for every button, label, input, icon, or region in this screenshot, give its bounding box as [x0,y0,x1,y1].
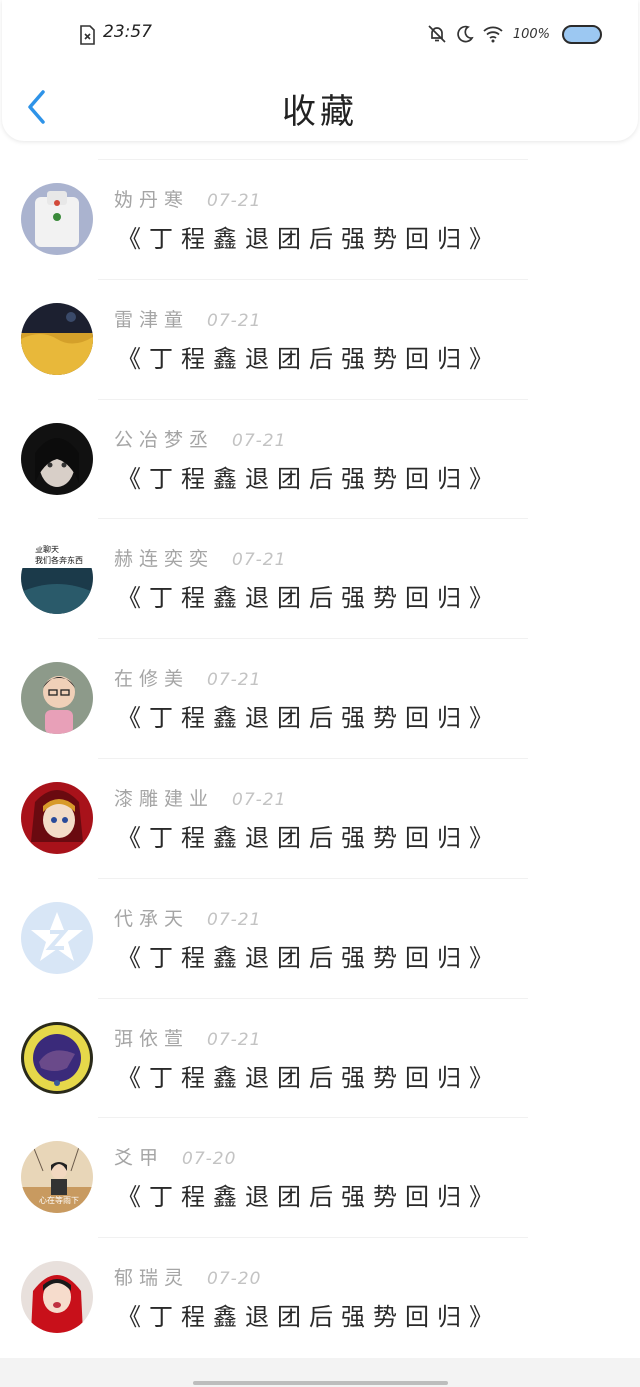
list-item[interactable]: 郁瑞灵 07-20 《丁程鑫退团后强势回归》 [0,1219,640,1339]
post-title[interactable]: 《丁程鑫退团后强势回归》 [117,818,501,853]
divider [98,278,528,280]
avatar[interactable]: 心在等雨下 [21,1141,93,1214]
post-title[interactable]: 《丁程鑫退团后强势回归》 [117,459,501,494]
status-icons: 100% [427,22,602,46]
post-title[interactable]: 《丁程鑫退团后强势回归》 [117,698,501,733]
post-date: 07-21 [207,1029,262,1050]
post-date: 07-21 [232,430,287,451]
list-item[interactable]: 心在等雨下 爻甲 07-20 《丁程鑫退团后强势回归》 [0,1099,640,1219]
avatar[interactable] [21,662,93,735]
list-item[interactable]: 雷津童 07-21 《丁程鑫退团后强势回归》 [0,261,640,381]
author-line: 爻甲 07-20 [114,1143,236,1170]
divider [98,518,528,520]
post-title[interactable]: 《丁程鑫退团后强势回归》 [117,1297,501,1332]
divider [98,877,528,879]
divider [98,398,528,400]
avatar[interactable] [21,183,93,255]
avatar[interactable] [21,901,93,974]
post-date: 07-20 [182,1149,237,1170]
post-title[interactable]: 《丁程鑫退团后强势回归》 [117,1058,501,1093]
status-time: 23:57 [103,22,152,42]
author-line: 赫连奕奕 07-21 [114,544,286,571]
page-title: 收藏 [282,92,358,132]
divider [98,757,528,759]
author-name: 弭依萱 [114,1027,190,1050]
author-name: 在修美 [114,668,190,691]
author-name: 漆雕建业 [114,787,215,810]
author-line: 在修美 07-21 [114,664,261,691]
author-name: 公冶梦丞 [114,428,215,451]
author-line: 代承天 07-21 [114,904,261,931]
home-indicator[interactable] [193,1381,448,1385]
author-name: 赫连奕奕 [114,548,215,571]
divider [98,1117,528,1119]
battery-percent: 100% [512,26,550,42]
post-title[interactable]: 《丁程鑫退团后强势回归》 [117,1177,501,1212]
mute-notification-icon [428,25,446,43]
battery-icon [562,24,602,44]
author-name: 爻甲 [114,1147,165,1170]
post-date: 07-21 [207,909,262,930]
post-title[interactable]: 《丁程鑫退团后强势回归》 [117,219,501,254]
post-date: 07-21 [232,550,287,571]
author-line: 雷津童 07-21 [114,305,261,332]
post-title[interactable]: 《丁程鑫退团后强势回归》 [117,339,501,374]
list-item[interactable]: 业聊天 我们各奔东西 赫连奕奕 07-21 《丁程鑫退团后强势回归》 [0,500,640,620]
post-title[interactable]: 《丁程鑫退团后强势回归》 [117,578,501,613]
avatar-caption: 业聊天 [35,544,59,554]
avatar[interactable] [21,1021,93,1094]
favorites-list: 妫丹寒 07-21 《丁程鑫退团后强势回归》 雷津童 07-21 《丁程鑫退团后强势… [0,141,640,1339]
divider [98,159,528,160]
author-name: 代承天 [114,907,190,930]
avatar[interactable] [21,302,93,375]
post-date: 07-21 [232,789,287,810]
author-line: 妫丹寒 07-21 [114,185,261,212]
divider [98,997,528,999]
avatar[interactable] [21,422,93,495]
list-item[interactable]: 公冶梦丞 07-21 《丁程鑫退团后强势回归》 [0,381,640,501]
list-item[interactable]: 漆雕建业 07-21 《丁程鑫退团后强势回归》 [0,740,640,860]
avatar[interactable]: 业聊天 我们各奔东西 [21,542,93,615]
post-date: 07-21 [207,191,262,211]
author-name: 雷津童 [114,308,190,331]
avatar-caption: 心在等雨下 [39,1195,79,1205]
header: 23:57 100% 收藏 [2,0,638,141]
author-name: 郁瑞灵 [114,1267,190,1290]
post-title[interactable]: 《丁程鑫退团后强势回归》 [117,938,501,973]
avatar[interactable] [21,781,93,854]
author-line: 弭依萱 07-21 [114,1024,261,1051]
favorites-page: 23:57 100% 收藏 妫丹寒 07-21 《丁程鑫退团后强势回归》 雷津童… [0,0,640,1387]
avatar[interactable] [21,1261,93,1334]
post-date: 07-20 [207,1269,262,1290]
moon-icon [457,25,474,43]
wifi-icon [483,26,503,43]
author-line: 公冶梦丞 07-21 [114,425,286,452]
divider [98,1237,528,1239]
list-item[interactable]: 在修美 07-21 《丁程鑫退团后强势回归》 [0,620,640,740]
list-item[interactable]: 代承天 07-21 《丁程鑫退团后强势回归》 [0,860,640,980]
post-date: 07-21 [207,310,262,331]
avatar-caption: 我们各奔东西 [35,555,83,565]
list-item[interactable]: 弭依萱 07-21 《丁程鑫退团后强势回归》 [0,980,640,1100]
status-bar: 23:57 100% [2,0,638,60]
author-line: 郁瑞灵 07-20 [114,1263,261,1290]
author-line: 漆雕建业 07-21 [114,784,286,811]
author-name: 妫丹寒 [114,189,190,211]
list-item[interactable]: 妫丹寒 07-21 《丁程鑫退团后强势回归》 [0,141,640,261]
sim-error-icon [80,25,95,45]
divider [98,638,528,640]
post-date: 07-21 [207,670,262,691]
